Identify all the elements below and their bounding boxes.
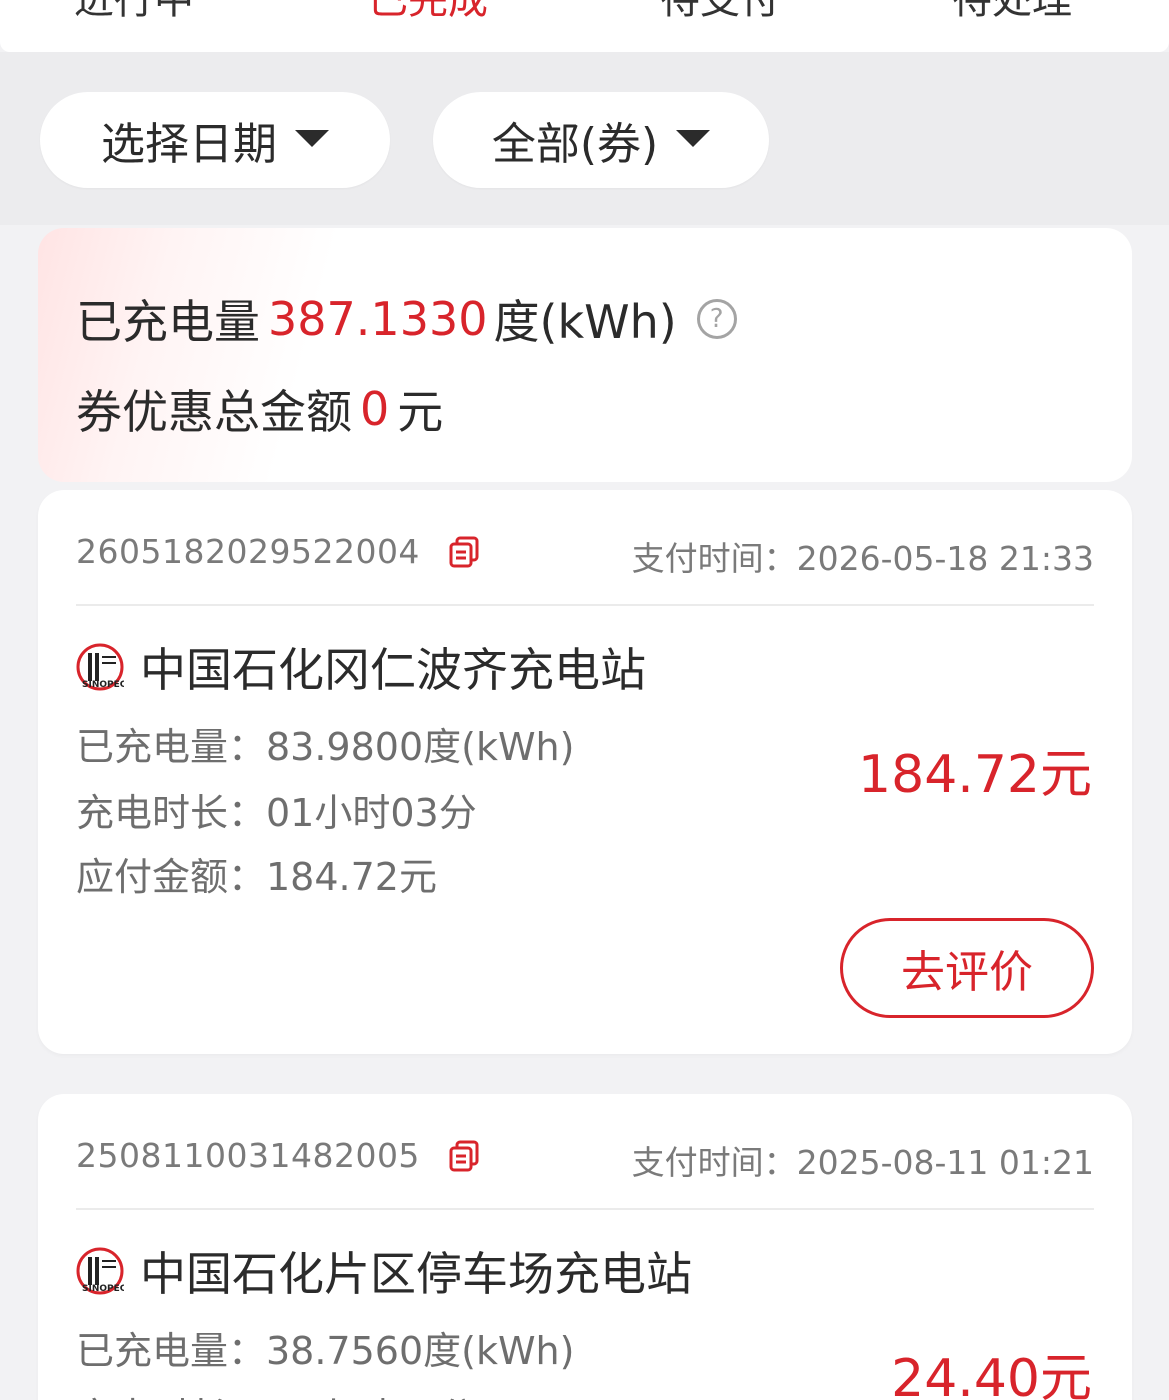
pay-time: 支付时间：2026-05-18 21:33 bbox=[631, 539, 1094, 578]
station-line: SINOPEC 中国石化片区停车场充电站 bbox=[76, 1238, 692, 1304]
charged-energy: 已充电量：83.9800度(kWh) bbox=[76, 725, 575, 769]
total-energy-unit: 度(kWh) bbox=[493, 295, 677, 349]
station-name: 中国石化片区停车场充电站 bbox=[140, 1247, 692, 1301]
coupon-filter-label: 全部(券) bbox=[491, 119, 659, 170]
charging-duration: 充电时长：00小时50分 bbox=[76, 1386, 477, 1400]
order-card[interactable]: 2508110031482005 支付时间：2025-08-11 01:21 S… bbox=[38, 1094, 1132, 1400]
divider bbox=[76, 604, 1094, 606]
total-discount-label: 券优惠总金额 bbox=[76, 385, 352, 439]
date-filter-dropdown[interactable]: 选择日期 bbox=[40, 92, 390, 188]
total-energy-value: 387.1330 bbox=[268, 292, 488, 346]
order-amount: 184.72元 bbox=[858, 745, 1092, 805]
tab-pending-payment[interactable]: 待支付 bbox=[660, 0, 780, 24]
station-name: 中国石化冈仁波齐充电站 bbox=[140, 643, 646, 697]
svg-text:SINOPEC: SINOPEC bbox=[82, 680, 124, 690]
tab-in-progress[interactable]: 进行中 bbox=[74, 0, 194, 24]
charged-energy: 已充电量：38.7560度(kWh) bbox=[76, 1329, 575, 1373]
coupon-filter-dropdown[interactable]: 全部(券) bbox=[433, 92, 769, 188]
copy-icon[interactable] bbox=[448, 535, 482, 569]
filter-bar: 选择日期 全部(券) bbox=[0, 52, 1169, 225]
sinopec-logo-icon: SINOPEC bbox=[76, 643, 124, 691]
date-filter-label: 选择日期 bbox=[101, 119, 277, 170]
order-number: 2605182029522004 bbox=[76, 532, 420, 571]
divider bbox=[76, 1208, 1094, 1210]
charging-orders-page: 进行中 已完成 待支付 待处理 选择日期 全部(券) 已充电量 387.1330… bbox=[0, 0, 1169, 1400]
station-line: SINOPEC 中国石化冈仁波齐充电站 bbox=[76, 634, 646, 700]
order-number-line: 2508110031482005 bbox=[76, 1136, 482, 1175]
help-icon[interactable]: ? bbox=[696, 299, 737, 339]
total-discount-unit: 元 bbox=[397, 385, 444, 439]
review-button[interactable]: 去评价 bbox=[840, 918, 1094, 1018]
order-number-line: 2605182029522004 bbox=[76, 532, 482, 571]
order-amount: 24.40元 bbox=[891, 1349, 1092, 1400]
pay-time: 支付时间：2025-08-11 01:21 bbox=[631, 1143, 1094, 1182]
order-number: 2508110031482005 bbox=[76, 1136, 420, 1175]
sinopec-logo-icon: SINOPEC bbox=[76, 1247, 124, 1295]
total-discount-value: 0 bbox=[360, 382, 390, 436]
caret-down-icon bbox=[676, 129, 711, 147]
copy-icon[interactable] bbox=[448, 1139, 482, 1173]
summary-card: 已充电量 387.1330 度(kWh) ? 券优惠总金额 0 元 bbox=[38, 228, 1132, 482]
total-energy-label: 已充电量 bbox=[76, 295, 260, 349]
charging-duration: 充电时长：01小时03分 bbox=[76, 791, 477, 835]
total-discount-line: 券优惠总金额 0 元 bbox=[76, 376, 443, 442]
tab-completed[interactable]: 已完成 bbox=[368, 0, 488, 24]
order-card[interactable]: 2605182029522004 支付时间：2026-05-18 21:33 S… bbox=[38, 490, 1132, 1054]
svg-text:SINOPEC: SINOPEC bbox=[82, 1284, 124, 1294]
caret-down-icon bbox=[295, 129, 329, 147]
total-energy-line: 已充电量 387.1330 度(kWh) ? bbox=[76, 286, 737, 352]
tab-pending-processing[interactable]: 待处理 bbox=[952, 0, 1072, 24]
payable-amount: 应付金额：184.72元 bbox=[76, 855, 437, 899]
order-status-tabs: 进行中 已完成 待支付 待处理 bbox=[0, 0, 1169, 52]
